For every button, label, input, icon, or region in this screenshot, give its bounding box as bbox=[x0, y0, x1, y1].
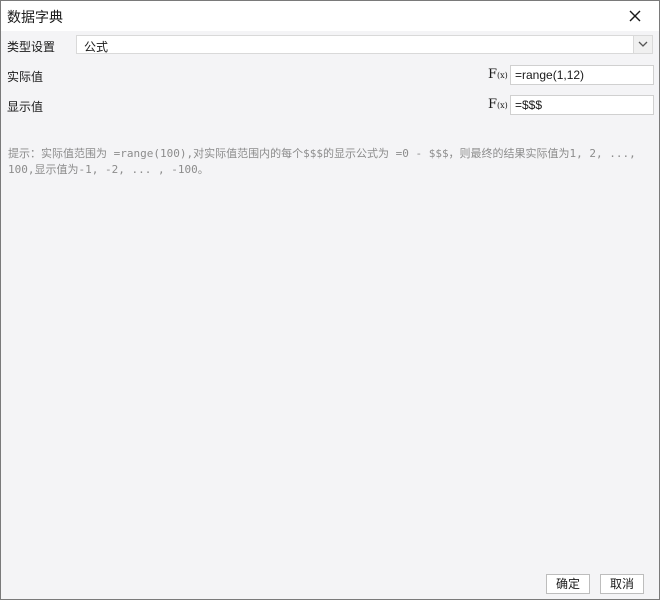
display-value-formula-icon[interactable]: F(x) bbox=[488, 97, 508, 112]
ok-button[interactable]: 确定 bbox=[546, 574, 590, 594]
fx-letter: F bbox=[488, 67, 498, 82]
data-dictionary-dialog: 数据字典 类型设置 公式 实际值 F(x) =range(1,12) 显示值 F… bbox=[0, 0, 660, 600]
display-value-input[interactable]: =$$$ bbox=[510, 95, 654, 115]
fx-letter: F bbox=[488, 97, 498, 112]
fx-sub: (x) bbox=[497, 71, 508, 80]
cancel-button[interactable]: 取消 bbox=[600, 574, 644, 594]
actual-value-input[interactable]: =range(1,12) bbox=[510, 65, 654, 85]
type-setting-label: 类型设置 bbox=[7, 40, 56, 54]
hint-text: 提示：实际值范围为 =range(100),对实际值范围内的每个$$$的显示公式… bbox=[8, 147, 636, 176]
actual-value-formula-icon[interactable]: F(x) bbox=[488, 67, 508, 82]
type-setting-select[interactable]: 公式 bbox=[76, 35, 653, 54]
actual-value-label: 实际值 bbox=[7, 70, 44, 84]
dialog-title: 数据字典 bbox=[7, 10, 63, 26]
close-icon bbox=[629, 10, 641, 22]
display-value-label: 显示值 bbox=[7, 100, 44, 114]
dialog-titlebar: 数据字典 bbox=[1, 1, 659, 31]
chevron-down-icon bbox=[638, 41, 648, 47]
select-dropdown-button[interactable] bbox=[633, 36, 652, 53]
type-setting-selected-value: 公式 bbox=[84, 40, 109, 54]
fx-sub: (x) bbox=[497, 101, 508, 110]
close-button[interactable] bbox=[625, 6, 645, 26]
